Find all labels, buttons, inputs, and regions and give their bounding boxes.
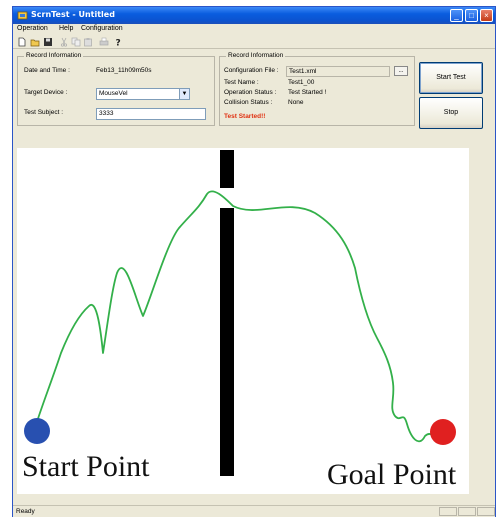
config-file-value: Test1.xml [289, 68, 317, 75]
paste-icon[interactable] [83, 37, 93, 47]
target-device-label: Target Device : [24, 89, 68, 96]
date-value: Feb13_11h09m50s [96, 67, 152, 74]
test-canvas[interactable] [17, 148, 469, 494]
record-info-left-group: Record Information Date and Time : Feb13… [17, 52, 215, 126]
cut-icon[interactable] [59, 37, 69, 47]
test-subject-label: Test Subject : [24, 109, 64, 116]
svg-text:?: ? [116, 39, 121, 48]
open-icon[interactable] [30, 37, 40, 47]
new-icon[interactable] [17, 37, 27, 47]
test-subject-input[interactable]: 3333 [96, 108, 206, 120]
status-pane-3 [477, 507, 495, 516]
cursor-trajectory [34, 190, 438, 443]
start-test-button[interactable]: Start Test [419, 62, 483, 94]
maximize-button[interactable]: □ [465, 9, 478, 22]
menu-configuration[interactable]: Configuration [81, 25, 123, 32]
collision-status-value: None [288, 99, 304, 106]
status-pane-1 [439, 507, 457, 516]
stop-button[interactable]: Stop [419, 97, 483, 129]
status-bar: Ready [13, 505, 495, 517]
config-file-label: Configuration File : [224, 67, 279, 74]
copy-icon[interactable] [71, 37, 81, 47]
status-pane-2 [458, 507, 476, 516]
print-icon[interactable] [99, 37, 109, 47]
menu-operation[interactable]: Operation [17, 25, 48, 32]
date-label: Date and Time : [24, 67, 70, 74]
start-point-label: Start Point [22, 450, 150, 483]
help-icon[interactable]: ? [113, 37, 123, 48]
group-title-right: Record Information [226, 52, 286, 59]
test-started-message: Test Started!! [224, 113, 266, 120]
group-title-left: Record Information [24, 52, 84, 59]
operation-status-value: Test Started ! [288, 89, 327, 96]
record-info-right-group: Record Information Configuration File : … [219, 52, 415, 126]
target-device-select[interactable]: MouseVel ▼ [96, 88, 190, 100]
test-name-label: Test Name : [224, 79, 259, 86]
close-button[interactable]: × [480, 9, 493, 22]
wall-bottom-segment [220, 208, 234, 476]
operation-status-label: Operation Status : [224, 89, 277, 96]
menu-bar: Operation Help Configuration [13, 24, 495, 35]
canvas-drawing [24, 150, 456, 476]
app-icon [17, 11, 28, 20]
save-icon[interactable] [43, 37, 53, 47]
target-device-value: MouseVel [99, 90, 128, 97]
config-file-field[interactable]: Test1.xml [286, 66, 390, 77]
start-point-marker [24, 418, 50, 444]
collision-status-label: Collision Status : [224, 99, 273, 106]
test-subject-value: 3333 [99, 110, 114, 117]
toolbar: ? [13, 35, 495, 49]
window-title: ScrnTest - Untitled [31, 10, 115, 19]
chevron-down-icon[interactable]: ▼ [179, 89, 189, 99]
minimize-button[interactable]: _ [450, 9, 463, 22]
menu-help[interactable]: Help [59, 25, 73, 32]
test-name-value: Test1_00 [288, 79, 315, 86]
status-text: Ready [16, 508, 35, 515]
wall-top-segment [220, 150, 234, 188]
title-bar[interactable]: ScrnTest - Untitled _ □ × [13, 7, 495, 24]
goal-point-marker [430, 419, 456, 445]
goal-point-label: Goal Point [327, 458, 457, 491]
browse-button[interactable]: ... [394, 66, 408, 76]
